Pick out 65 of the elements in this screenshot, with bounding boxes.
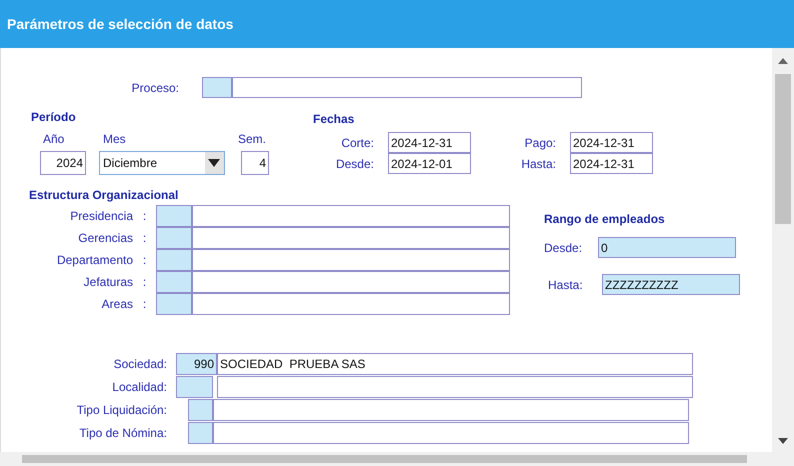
field-label: Presidencia bbox=[69, 209, 133, 223]
code-field[interactable] bbox=[156, 293, 192, 315]
separator: : bbox=[142, 231, 148, 245]
field-label: Tipo Liquidación: bbox=[76, 403, 167, 417]
field-label: Hasta: bbox=[547, 278, 584, 292]
code-field[interactable] bbox=[156, 271, 192, 293]
description-field[interactable] bbox=[192, 205, 510, 227]
section-title: Rango de empleados bbox=[544, 212, 666, 226]
description-field[interactable] bbox=[192, 271, 510, 293]
section-title: Estructura Organizacional bbox=[29, 188, 180, 202]
code-field[interactable] bbox=[156, 205, 192, 227]
to-field[interactable]: ZZZZZZZZZZ bbox=[602, 274, 740, 295]
code-field[interactable] bbox=[156, 249, 192, 271]
code-field[interactable] bbox=[188, 399, 213, 421]
week-field[interactable]: 4 bbox=[241, 151, 269, 175]
field-label: Areas bbox=[100, 297, 133, 311]
description-field[interactable] bbox=[192, 249, 510, 271]
description-field[interactable] bbox=[213, 399, 689, 421]
year-field[interactable]: 2024 bbox=[40, 151, 86, 175]
field-label: Hasta: bbox=[520, 156, 556, 170]
field-label: Año bbox=[42, 132, 66, 146]
field-label: Sociedad: bbox=[112, 357, 167, 371]
field-label: Jefaturas bbox=[82, 275, 133, 289]
description-field[interactable]: SOCIEDAD PRUEBA SAS bbox=[217, 353, 693, 375]
scroll-down-icon[interactable] bbox=[778, 438, 788, 444]
scroll-thumb[interactable] bbox=[775, 74, 791, 224]
code-field[interactable] bbox=[176, 376, 213, 398]
separator: : bbox=[142, 209, 148, 223]
section-title: Fechas bbox=[313, 112, 356, 126]
field-label: Corte: bbox=[340, 136, 374, 150]
date-field[interactable]: 2024-12-31 bbox=[570, 132, 653, 153]
caret-icon bbox=[208, 159, 220, 167]
field-label: Sem. bbox=[238, 132, 266, 146]
field-label: Tipo de Nómina: bbox=[78, 426, 167, 440]
date-field[interactable]: 2024-12-31 bbox=[570, 153, 653, 174]
code-field[interactable] bbox=[202, 77, 232, 98]
separator: : bbox=[142, 253, 148, 267]
horizontal-scrollbar[interactable] bbox=[0, 452, 794, 466]
description-field[interactable] bbox=[192, 227, 510, 249]
vertical-scrollbar[interactable] bbox=[772, 48, 794, 452]
field-label: Gerencias bbox=[77, 231, 133, 245]
separator: : bbox=[142, 275, 148, 289]
field-label: Desde: bbox=[544, 240, 584, 254]
description-field[interactable] bbox=[213, 422, 689, 444]
description-field[interactable] bbox=[217, 376, 693, 398]
field-label: Pago: bbox=[524, 136, 556, 150]
field-label: Desde: bbox=[334, 156, 374, 170]
date-field[interactable]: 2024-12-31 bbox=[388, 132, 471, 153]
from-field[interactable]: 0 bbox=[598, 237, 736, 258]
scroll-thumb[interactable] bbox=[22, 455, 747, 463]
field-label: Localidad: bbox=[111, 380, 167, 394]
code-field[interactable]: 990 bbox=[176, 353, 217, 375]
scroll-up-icon[interactable] bbox=[778, 58, 788, 64]
field-label: Departamento bbox=[56, 253, 133, 267]
field-label: Proceso: bbox=[130, 80, 179, 94]
code-field[interactable] bbox=[156, 227, 192, 249]
section-title: Período bbox=[31, 110, 77, 124]
window-title: Parámetros de selección de datos bbox=[7, 16, 234, 32]
description-field[interactable] bbox=[192, 293, 510, 315]
separator: : bbox=[142, 297, 148, 311]
date-field[interactable]: 2024-12-01 bbox=[388, 153, 471, 174]
month-dropdown[interactable]: Diciembre bbox=[99, 151, 225, 175]
code-field[interactable] bbox=[188, 422, 213, 444]
description-field[interactable] bbox=[232, 77, 582, 98]
field-label: Mes bbox=[103, 132, 127, 146]
